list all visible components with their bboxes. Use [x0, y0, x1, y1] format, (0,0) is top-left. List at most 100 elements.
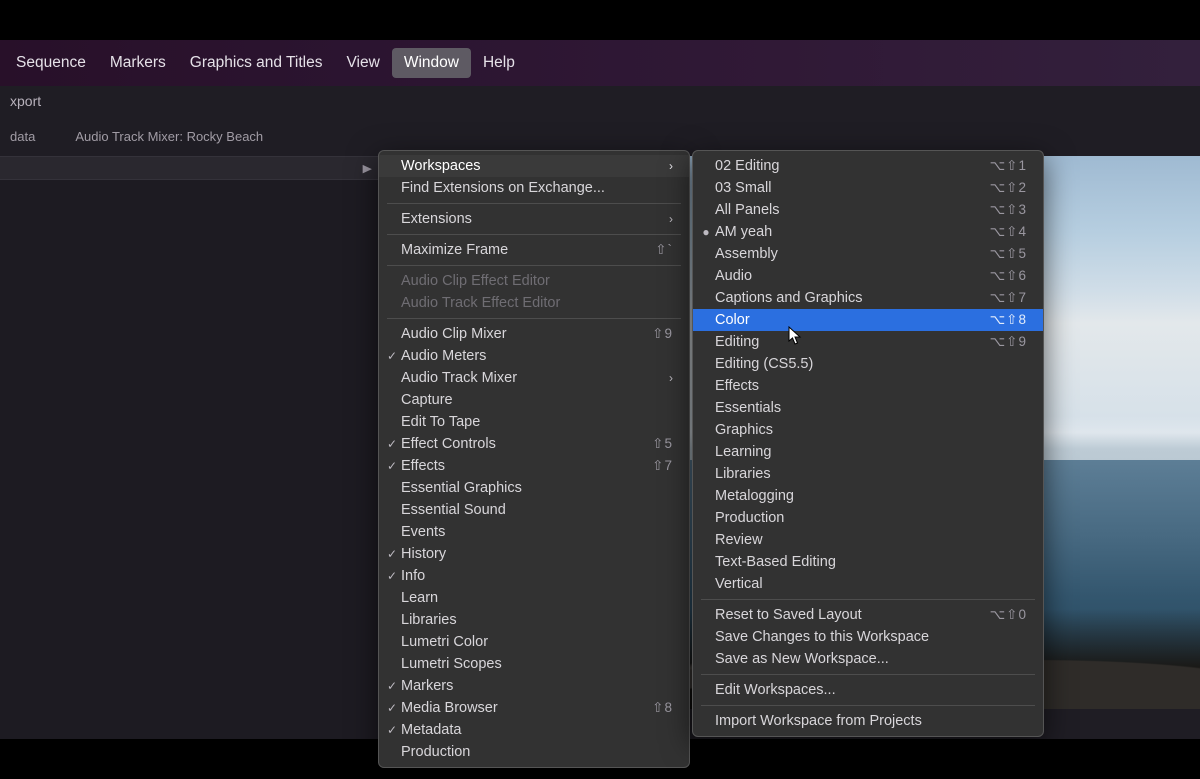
workspaces-menu-item-color[interactable]: Color⌥⇧8 [693, 309, 1043, 331]
menu-item-label: Save as New Workspace... [715, 651, 1027, 667]
menu-item-label: Maximize Frame [401, 242, 641, 258]
panel-tab-audio-track-mixer[interactable]: Audio Track Mixer: Rocky Beach [65, 129, 273, 144]
menu-item-label: Edit Workspaces... [715, 682, 1027, 698]
workspaces-menu-item-text-based-editing[interactable]: Text-Based Editing [693, 551, 1043, 573]
window-menu-item-lumetri-scopes[interactable]: Lumetri Scopes [379, 653, 689, 675]
shortcut-label: ⌥⇧7 [976, 290, 1027, 306]
window-menu-item-production[interactable]: Production [379, 741, 689, 763]
menu-item-label: Libraries [715, 466, 1027, 482]
workspaces-menu-item-import-workspace-from-projects[interactable]: Import Workspace from Projects [693, 710, 1043, 732]
workspaces-menu-item-essentials[interactable]: Essentials [693, 397, 1043, 419]
workspaces-menu-item-learning[interactable]: Learning [693, 441, 1043, 463]
menu-item-label: Audio Meters [401, 348, 673, 364]
workspaces-menu-item-all-panels[interactable]: All Panels⌥⇧3 [693, 199, 1043, 221]
chevron-right-icon: › [659, 159, 673, 173]
menu-item-label: Audio Clip Effect Editor [401, 273, 673, 289]
window-menu-item-essential-sound[interactable]: Essential Sound [379, 499, 689, 521]
shortcut-label: ⌥⇧6 [976, 268, 1027, 284]
check-icon: ✓ [383, 547, 401, 561]
shortcut-label: ⌥⇧2 [976, 180, 1027, 196]
shortcut-label: ⌥⇧3 [976, 202, 1027, 218]
menu-item-label: Production [401, 744, 673, 760]
menu-item-label: Extensions [401, 211, 659, 227]
workspaces-menu-item-metalogging[interactable]: Metalogging [693, 485, 1043, 507]
menu-item-label: Metalogging [715, 488, 1027, 504]
window-menu-item-audio-track-mixer[interactable]: Audio Track Mixer› [379, 367, 689, 389]
menu-item-label: Color [715, 312, 976, 328]
chevron-right-icon: › [659, 371, 673, 385]
workspaces-menu-item-captions-and-graphics[interactable]: Captions and Graphics⌥⇧7 [693, 287, 1043, 309]
workspaces-menu-item-libraries[interactable]: Libraries [693, 463, 1043, 485]
window-menu-item-learn[interactable]: Learn [379, 587, 689, 609]
menu-help[interactable]: Help [471, 48, 527, 78]
menu-graphics-titles[interactable]: Graphics and Titles [178, 48, 335, 78]
panel-options-icon[interactable]: ▶ [362, 162, 371, 175]
window-menu-item-edit-to-tape[interactable]: Edit To Tape [379, 411, 689, 433]
workspaces-menu-item-audio[interactable]: Audio⌥⇧6 [693, 265, 1043, 287]
workspace-tab-export[interactable]: xport [0, 86, 51, 116]
window-menu-item-audio-meters[interactable]: ✓Audio Meters [379, 345, 689, 367]
check-icon: ✓ [383, 569, 401, 583]
workspaces-menu-item-reset-to-saved-layout[interactable]: Reset to Saved Layout⌥⇧0 [693, 604, 1043, 626]
window-menu-item-workspaces[interactable]: Workspaces› [379, 155, 689, 177]
workspaces-menu-item-graphics[interactable]: Graphics [693, 419, 1043, 441]
window-menu-item-effect-controls[interactable]: ✓Effect Controls⇧5 [379, 433, 689, 455]
menu-item-label: Import Workspace from Projects [715, 713, 1027, 729]
window-menu-item-libraries[interactable]: Libraries [379, 609, 689, 631]
chevron-right-icon: › [659, 212, 673, 226]
window-menu-item-markers[interactable]: ✓Markers [379, 675, 689, 697]
check-icon: ✓ [383, 459, 401, 473]
menu-item-label: Metadata [401, 722, 673, 738]
menu-item-label: 03 Small [715, 180, 976, 196]
window-menu-item-maximize-frame[interactable]: Maximize Frame⇧` [379, 239, 689, 261]
panel-tabs: data Audio Track Mixer: Rocky Beach [0, 122, 273, 150]
shortcut-label: ⇧` [641, 242, 673, 258]
workspaces-menu-item-save-as-new-workspace[interactable]: Save as New Workspace... [693, 648, 1043, 670]
window-menu-item-info[interactable]: ✓Info [379, 565, 689, 587]
workspaces-menu-item-production[interactable]: Production [693, 507, 1043, 529]
window-menu-item-events[interactable]: Events [379, 521, 689, 543]
menu-markers[interactable]: Markers [98, 48, 178, 78]
menu-item-label: Effect Controls [401, 436, 638, 452]
menu-item-label: Essential Sound [401, 502, 673, 518]
workspaces-menu-item-effects[interactable]: Effects [693, 375, 1043, 397]
window-menu-item-extensions[interactable]: Extensions› [379, 208, 689, 230]
workspaces-menu-item-edit-workspaces[interactable]: Edit Workspaces... [693, 679, 1043, 701]
workspaces-menu-item-assembly[interactable]: Assembly⌥⇧5 [693, 243, 1043, 265]
window-menu-item-history[interactable]: ✓History [379, 543, 689, 565]
window-menu-item-metadata[interactable]: ✓Metadata [379, 719, 689, 741]
menu-view[interactable]: View [334, 48, 391, 78]
menu-item-label: Effects [401, 458, 638, 474]
workspaces-menu-item-editing-cs5-5[interactable]: Editing (CS5.5) [693, 353, 1043, 375]
check-icon: ✓ [383, 723, 401, 737]
menu-item-label: History [401, 546, 673, 562]
menubar: Sequence Markers Graphics and Titles Vie… [0, 40, 1200, 86]
workspaces-menu-item-03-small[interactable]: 03 Small⌥⇧2 [693, 177, 1043, 199]
window-menu-item-audio-clip-mixer[interactable]: Audio Clip Mixer⇧9 [379, 323, 689, 345]
workspaces-menu-item-save-changes-to-this-workspace[interactable]: Save Changes to this Workspace [693, 626, 1043, 648]
panel-tab-data[interactable]: data [0, 129, 45, 144]
workspaces-menu-item-am-yeah[interactable]: ●AM yeah⌥⇧4 [693, 221, 1043, 243]
workspaces-menu-item-02-editing[interactable]: 02 Editing⌥⇧1 [693, 155, 1043, 177]
window-menu-item-media-browser[interactable]: ✓Media Browser⇧8 [379, 697, 689, 719]
check-icon: ✓ [383, 437, 401, 451]
menu-item-label: Audio Clip Mixer [401, 326, 638, 342]
panel-header: ▶ [0, 156, 380, 180]
shortcut-label: ⇧9 [638, 326, 673, 342]
menu-item-label: Editing (CS5.5) [715, 356, 1027, 372]
window-menu-item-find-extensions-on-exchange[interactable]: Find Extensions on Exchange... [379, 177, 689, 199]
shortcut-label: ⌥⇧0 [976, 607, 1027, 623]
workspaces-menu-item-editing[interactable]: Editing⌥⇧9 [693, 331, 1043, 353]
window-menu-item-lumetri-color[interactable]: Lumetri Color [379, 631, 689, 653]
shortcut-label: ⇧5 [638, 436, 673, 452]
workspaces-menu-item-review[interactable]: Review [693, 529, 1043, 551]
window-menu-item-capture[interactable]: Capture [379, 389, 689, 411]
workspaces-menu-item-vertical[interactable]: Vertical [693, 573, 1043, 595]
menu-sequence[interactable]: Sequence [4, 48, 98, 78]
window-menu-item-effects[interactable]: ✓Effects⇧7 [379, 455, 689, 477]
menu-item-label: Workspaces [401, 158, 659, 174]
menu-window[interactable]: Window [392, 48, 471, 78]
menu-item-label: Reset to Saved Layout [715, 607, 976, 623]
window-menu-item-essential-graphics[interactable]: Essential Graphics [379, 477, 689, 499]
menu-item-label: Find Extensions on Exchange... [401, 180, 673, 196]
